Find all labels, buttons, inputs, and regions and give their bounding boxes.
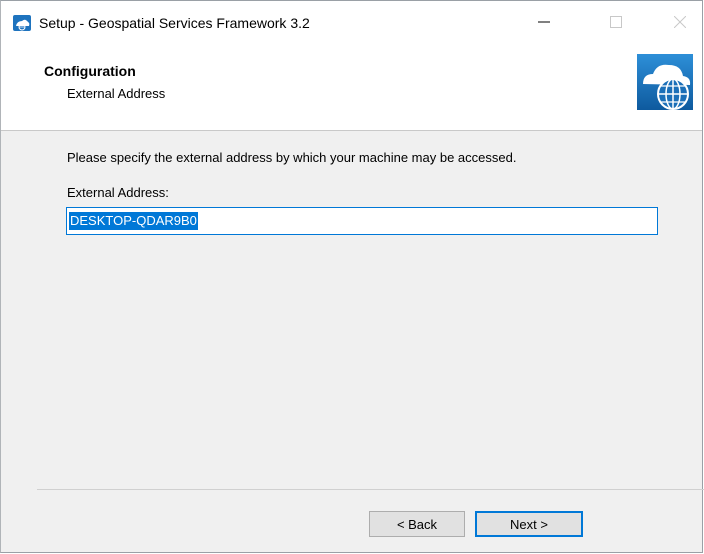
setup-window: Setup - Geospatial Services Framework 3.… [0,0,704,553]
maximize-button[interactable] [593,1,639,45]
external-address-label: External Address: [67,185,169,200]
external-address-input[interactable]: DESKTOP-QDAR9B0 [66,207,658,235]
minimize-button[interactable] [521,1,567,45]
back-button[interactable]: < Back [369,511,465,537]
page-title: Configuration [44,63,136,79]
minimize-icon [538,16,550,31]
close-button[interactable] [657,1,703,45]
footer-divider [37,489,704,490]
wizard-header: Configuration External Address [1,45,702,131]
globe-cloud-icon [13,15,31,31]
window-title: Setup - Geospatial Services Framework 3.… [39,15,310,31]
title-bar: Setup - Geospatial Services Framework 3.… [1,1,702,45]
cloud-globe-icon [637,54,693,110]
next-button[interactable]: Next > [475,511,583,537]
external-address-value: DESKTOP-QDAR9B0 [69,212,198,230]
maximize-icon [610,15,622,31]
instruction-text: Please specify the external address by w… [67,150,517,165]
wizard-content: Please specify the external address by w… [1,131,702,461]
page-subtitle: External Address [67,86,166,101]
close-icon [673,15,687,31]
